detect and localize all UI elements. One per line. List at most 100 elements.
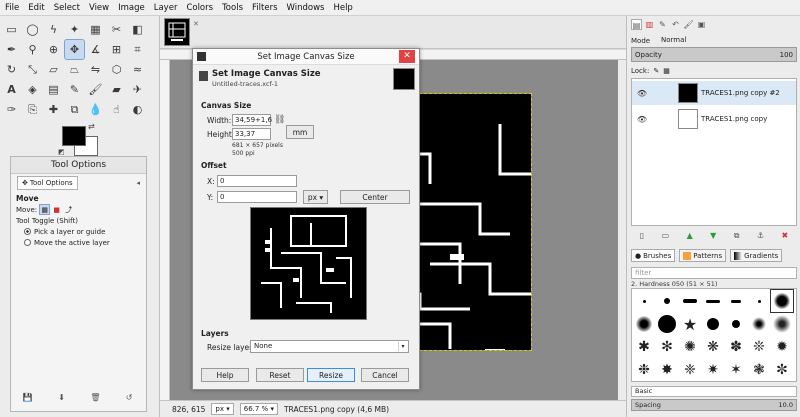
brush-item[interactable]: ❈ <box>679 359 701 381</box>
brush-item[interactable]: ✶ <box>725 359 747 381</box>
close-button[interactable]: ✕ <box>399 50 415 63</box>
undo-history-tab-icon[interactable]: ↶ <box>670 19 681 30</box>
image-tab-close-icon[interactable]: ✕ <box>193 20 199 28</box>
fuzzy-select-icon[interactable]: ✦ <box>65 20 84 39</box>
move-path-icon[interactable]: ⤴ <box>64 205 73 214</box>
help-button[interactable]: Help <box>201 368 249 382</box>
brush-item[interactable]: ✺ <box>679 336 701 358</box>
paths-icon[interactable]: ✒ <box>2 40 21 59</box>
raise-layer-icon[interactable]: ▲ <box>687 231 693 241</box>
reset-options-icon[interactable]: ↺ <box>124 393 134 403</box>
layers-tab-icon[interactable]: ▤ <box>631 19 642 30</box>
warp-icon[interactable]: ≈ <box>128 60 147 79</box>
paintbrush-icon[interactable]: 🖌 <box>86 80 105 99</box>
resize-layers-select[interactable]: None ▾ <box>250 340 409 353</box>
dodge-burn-icon[interactable]: ◐ <box>128 100 147 119</box>
text-icon[interactable]: A <box>2 80 21 99</box>
brush-item[interactable] <box>771 313 793 335</box>
brush-item[interactable]: ❊ <box>748 336 770 358</box>
option-pick-layer[interactable]: Pick a layer or guide <box>16 226 141 237</box>
ink-icon[interactable]: ✑ <box>2 100 21 119</box>
brush-item[interactable] <box>679 290 701 312</box>
x-offset-input[interactable]: 0 <box>217 175 297 187</box>
brush-item[interactable] <box>702 290 724 312</box>
menu-help[interactable]: Help <box>328 3 356 13</box>
cage-icon[interactable]: ⬡ <box>107 60 126 79</box>
airbrush-icon[interactable]: ✈ <box>128 80 147 99</box>
brush-filter-input[interactable]: filter <box>631 267 797 279</box>
brush-item[interactable]: ✻ <box>656 336 678 358</box>
brush-item[interactable]: ✸ <box>656 359 678 381</box>
menu-file[interactable]: File <box>0 3 23 13</box>
vertical-scrollbar[interactable] <box>618 60 626 400</box>
color-picker-icon[interactable]: ⚲ <box>23 40 42 59</box>
brush-item[interactable] <box>725 313 747 335</box>
tab-menu-icon[interactable]: ◂ <box>136 179 140 187</box>
radio-pick-layer[interactable] <box>24 228 31 235</box>
free-select-icon[interactable]: ϟ <box>44 20 63 39</box>
menu-tools[interactable]: Tools <box>217 3 247 13</box>
unit-select[interactable]: mm <box>286 125 314 139</box>
rotate-icon[interactable]: ↻ <box>2 60 21 79</box>
brush-item[interactable] <box>702 313 724 335</box>
anchor-layer-icon[interactable]: ⚓ <box>757 231 764 241</box>
smudge-icon[interactable]: ☝ <box>107 100 126 119</box>
lock-alpha-icon[interactable]: ▦ <box>663 67 670 75</box>
color-select-icon[interactable]: ▦ <box>86 20 105 39</box>
tool-options-tab[interactable]: ✥ Tool Options <box>17 175 78 190</box>
menu-image[interactable]: Image <box>113 3 149 13</box>
duplicate-layer-icon[interactable]: ⧉ <box>734 231 740 241</box>
chain-link-icon[interactable]: ⛓ <box>274 115 285 125</box>
restore-options-icon[interactable]: ⬇ <box>57 393 67 403</box>
brush-item[interactable]: ❃ <box>748 359 770 381</box>
scale-icon[interactable]: ⤡ <box>23 60 42 79</box>
brush-item[interactable] <box>748 313 770 335</box>
mode-select[interactable]: Normal <box>661 36 686 44</box>
menu-windows[interactable]: Windows <box>282 3 329 13</box>
ellipse-select-icon[interactable]: ◯ <box>23 20 42 39</box>
layer-row[interactable]: 👁 TRACES1.png copy <box>632 107 796 131</box>
offset-unit-select[interactable]: px ▾ <box>303 190 328 204</box>
new-group-icon[interactable]: ▭ <box>662 231 670 241</box>
reset-button[interactable]: Reset <box>256 368 304 382</box>
menu-select[interactable]: Select <box>49 3 84 13</box>
brush-item[interactable] <box>656 313 678 335</box>
vertical-ruler[interactable] <box>160 60 170 400</box>
brush-item[interactable]: ✷ <box>702 359 724 381</box>
lower-layer-icon[interactable]: ▼ <box>710 231 716 241</box>
brush-preset-select[interactable]: Basic <box>631 386 797 397</box>
opacity-slider[interactable]: Opacity 100 <box>631 47 797 62</box>
zoom-select[interactable]: 66.7 % ▾ <box>239 403 278 415</box>
brush-item[interactable] <box>633 290 655 312</box>
tab-gradients[interactable]: Gradients <box>730 249 783 262</box>
scissors-icon[interactable]: ✂ <box>107 20 126 39</box>
save-options-icon[interactable]: 💾 <box>23 393 33 403</box>
brush-tab-icon[interactable]: 🖌 <box>683 19 694 30</box>
lock-pixels-icon[interactable]: ✎ <box>653 67 659 75</box>
height-input[interactable]: 33,37 <box>232 128 271 140</box>
layer-row[interactable]: 👁 TRACES1.png copy #2 <box>632 81 796 105</box>
menu-edit[interactable]: Edit <box>23 3 48 13</box>
move-icon[interactable]: ✥ <box>64 39 85 60</box>
option-move-active[interactable]: Move the active layer <box>16 237 141 248</box>
y-offset-input[interactable]: 0 <box>217 191 297 203</box>
brush-item[interactable] <box>656 290 678 312</box>
brush-item[interactable]: ✽ <box>725 336 747 358</box>
move-layer-icon[interactable]: ▦ <box>39 204 51 215</box>
menu-view[interactable]: View <box>84 3 113 13</box>
new-layer-icon[interactable]: ▯ <box>640 231 644 241</box>
eraser-icon[interactable]: ▰ <box>107 80 126 99</box>
brush-item[interactable]: ★ <box>679 313 701 335</box>
eye-icon[interactable]: 👁 <box>634 115 650 124</box>
foreground-color-swatch[interactable] <box>62 126 86 146</box>
clone-icon[interactable]: ⎘ <box>23 100 42 119</box>
pencil-icon[interactable]: ✎ <box>65 80 84 99</box>
rect-select-icon[interactable]: ▭ <box>2 20 21 39</box>
paths-tab-icon[interactable]: ✎ <box>657 19 668 30</box>
brush-item[interactable] <box>770 289 794 313</box>
brush-item[interactable]: ❋ <box>702 336 724 358</box>
spacing-slider[interactable]: Spacing 10.0 <box>631 399 797 411</box>
center-button[interactable]: Center <box>340 190 410 204</box>
unit-select[interactable]: px ▾ <box>211 403 234 415</box>
flip-icon[interactable]: ⇋ <box>86 60 105 79</box>
